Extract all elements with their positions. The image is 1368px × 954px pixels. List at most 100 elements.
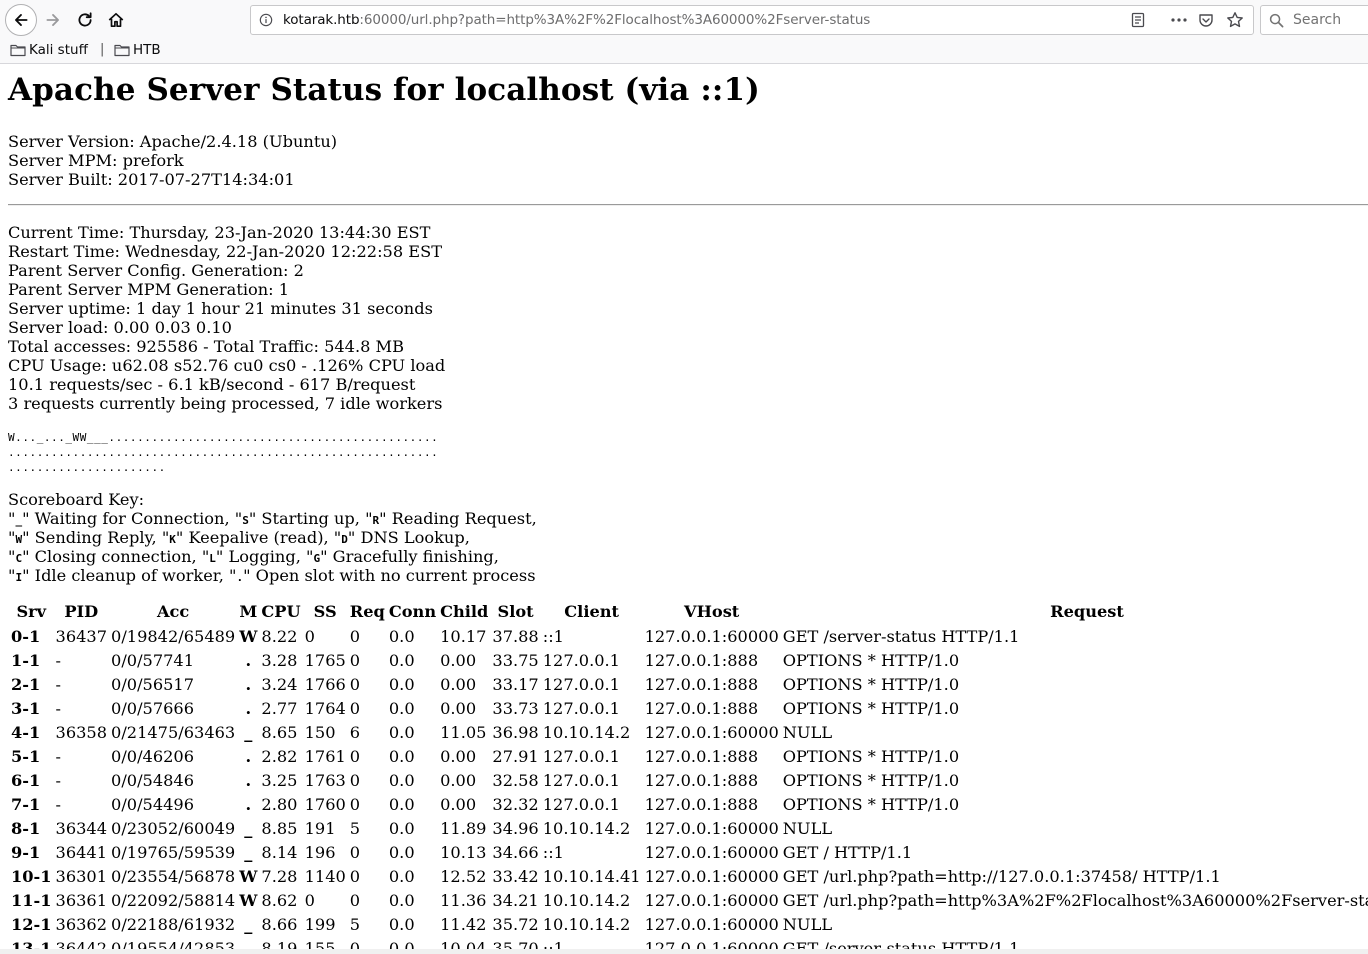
scoreboard: W..._..._WW___..........................… <box>8 430 438 475</box>
scoreboard-line: ...................... <box>8 461 166 474</box>
cell-acc: 0/19842/65489 <box>111 627 236 646</box>
browser-toolbar: kotarak.htb:60000/url.php?path=http%3A%2… <box>0 0 1368 40</box>
cell-client: 10.10.14.41 <box>542 867 641 886</box>
cell-req: 0 <box>349 891 361 910</box>
reader-view-icon[interactable] <box>1130 12 1146 28</box>
cell-pid: 36441 <box>55 843 108 862</box>
scoreboard-key-text: " Keepalive (read), " <box>175 528 342 547</box>
cell-client: 10.10.14.2 <box>542 819 631 838</box>
reload-icon <box>78 12 92 27</box>
cell-pid: 36361 <box>55 891 108 910</box>
bookmark-star-icon[interactable] <box>1226 11 1244 29</box>
cell-mode: W <box>239 627 258 646</box>
home-button[interactable] <box>101 5 131 35</box>
scoreboard-key-char: L <box>209 552 216 565</box>
url-text[interactable]: kotarak.htb:60000/url.php?path=http%3A%2… <box>283 12 870 28</box>
cell-child: 0.00 <box>440 771 477 790</box>
scoreboard-key-char: S <box>242 514 249 527</box>
cell-ss: 1765 <box>304 651 346 670</box>
cell-pid: - <box>55 699 61 718</box>
cell-mode: _ <box>244 723 253 742</box>
scoreboard-key-title: Scoreboard Key: <box>8 490 145 509</box>
horizontal-scrollbar[interactable] <box>0 949 1368 954</box>
scoreboard-key-text: " Sending Reply, " <box>22 528 170 547</box>
page-actions-icon[interactable] <box>1169 12 1189 28</box>
restart-time: Restart Time: Wednesday, 22-Jan-2020 12:… <box>8 242 442 261</box>
search-bar[interactable]: Search <box>1260 5 1368 35</box>
cell-acc: 0/19765/59539 <box>111 843 236 862</box>
cell-pid: 36362 <box>55 915 108 934</box>
cell-srv: 3-1 <box>11 699 41 718</box>
cell-req: 0 <box>349 867 361 886</box>
url-host: kotarak.htb <box>283 12 360 28</box>
cell-vhost: 127.0.0.1:60000 <box>644 819 779 838</box>
cell-child: 10.13 <box>440 843 487 862</box>
cell-vhost: 127.0.0.1:60000 <box>644 627 779 646</box>
horizontal-rule <box>8 204 1368 206</box>
cell-srv: 11-1 <box>11 891 52 910</box>
cell-ss: 1140 <box>304 867 346 886</box>
cell-ss: 1764 <box>304 699 346 718</box>
cell-srv: 6-1 <box>11 771 41 790</box>
config-generation: Parent Server Config. Generation: 2 <box>8 261 304 280</box>
cell-vhost: 127.0.0.1:60000 <box>644 723 779 742</box>
reload-button[interactable] <box>70 5 100 35</box>
cell-request: OPTIONS * HTTP/1.0 <box>782 747 960 766</box>
cell-cpu: 3.28 <box>261 651 298 670</box>
column-header-child: Child <box>440 602 489 621</box>
cell-conn: 0.0 <box>388 819 415 838</box>
cell-slot: 27.91 <box>492 747 539 766</box>
cell-cpu: 8.62 <box>261 891 298 910</box>
bookmark-label: HTB <box>133 42 161 58</box>
cell-ss: 1760 <box>304 795 346 814</box>
table-header-row: Srv PID Acc M CPU SS Req Conn Child Slot Client VHo… <box>10 602 1368 627</box>
forward-button[interactable] <box>38 5 68 35</box>
cell-client: 127.0.0.1 <box>542 651 620 670</box>
cell-mode: . <box>245 675 252 694</box>
worker-summary: 3 requests currently being processed, 7 … <box>8 394 443 413</box>
cell-client: 127.0.0.1 <box>542 795 620 814</box>
cell-pid: - <box>55 675 61 694</box>
bookmark-folder-htb[interactable]: HTB <box>114 42 161 58</box>
cell-pid: - <box>55 747 61 766</box>
cpu-usage: CPU Usage: u62.08 s52.76 cu0 cs0 - .126%… <box>8 356 446 375</box>
column-header-mode: M <box>239 602 258 621</box>
pocket-icon[interactable] <box>1198 12 1214 28</box>
server-built: Server Built: 2017-07-27T14:34:01 <box>8 170 295 189</box>
cell-client: ::1 <box>542 627 564 646</box>
info-icon[interactable] <box>259 13 273 27</box>
bookmark-folder-kali-stuff[interactable]: Kali stuff <box>10 42 88 58</box>
cell-conn: 0.0 <box>388 795 415 814</box>
cell-req: 5 <box>349 915 361 934</box>
scoreboard-key-line: "I" Idle cleanup of worker, "." Open slo… <box>8 566 537 585</box>
url-bar[interactable]: kotarak.htb:60000/url.php?path=http%3A%2… <box>250 5 1254 35</box>
bookmarks-toolbar: Kali stuff | HTB <box>0 40 1368 64</box>
cell-pid: - <box>55 771 61 790</box>
cell-request: NULL <box>782 819 833 838</box>
scoreboard-key-text: " Logging, " <box>215 547 314 566</box>
table-row: 9-1 36441 0/19765/59539 _ 8.14 196 0 0.0 10.13 34… <box>10 843 1368 867</box>
column-header-req: Req <box>349 602 385 621</box>
back-button[interactable] <box>5 4 37 36</box>
cell-client: 10.10.14.2 <box>542 891 631 910</box>
cell-acc: 0/0/57741 <box>111 651 195 670</box>
cell-child: 11.05 <box>440 723 487 742</box>
forward-arrow-icon <box>46 14 59 26</box>
cell-cpu: 8.22 <box>261 627 298 646</box>
column-header-vhost: VHost <box>684 602 740 621</box>
column-header-cpu: CPU <box>261 602 301 621</box>
cell-client: 10.10.14.2 <box>542 915 631 934</box>
cell-req: 0 <box>349 675 361 694</box>
cell-srv: 0-1 <box>11 627 41 646</box>
cell-cpu: 2.80 <box>261 795 298 814</box>
cell-cpu: 3.24 <box>261 675 298 694</box>
cell-request: NULL <box>782 723 833 742</box>
cell-ss: 196 <box>304 843 336 862</box>
cell-ss: 0 <box>304 891 315 910</box>
cell-conn: 0.0 <box>388 627 415 646</box>
scoreboard-key-text: " Open slot with no current process <box>243 566 536 585</box>
cell-child: 0.00 <box>440 747 477 766</box>
cell-req: 6 <box>349 723 361 742</box>
scoreboard-key-text: " Gracefully finishing, <box>320 547 499 566</box>
cell-srv: 1-1 <box>11 651 41 670</box>
